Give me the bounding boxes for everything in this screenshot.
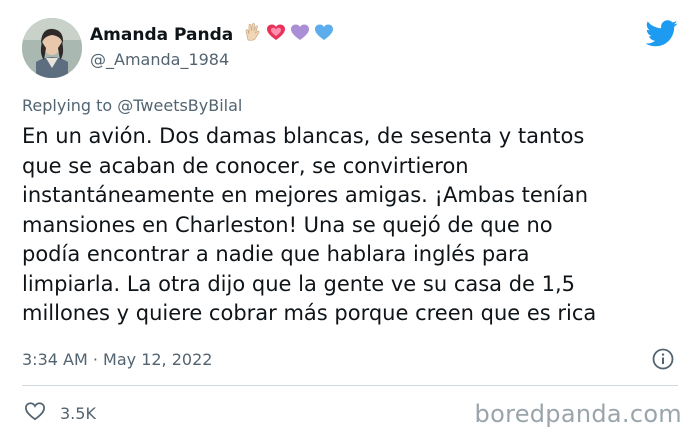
heart-outline-icon[interactable] <box>24 401 46 425</box>
blue-heart-icon <box>313 22 335 47</box>
replying-to: Replying to @TweetsByBilal <box>22 96 242 115</box>
name-emojis <box>243 22 335 47</box>
avatar[interactable] <box>22 18 82 78</box>
author-name[interactable]: Amanda Panda <box>90 25 233 45</box>
info-icon[interactable] <box>652 348 674 374</box>
author-handle[interactable]: @_Amanda_1984 <box>90 50 229 69</box>
twitter-bird-icon[interactable] <box>645 20 678 51</box>
watermark: boredpanda.com <box>474 400 682 428</box>
tweet-text: En un avión. Dos damas blancas, de sesen… <box>22 124 597 325</box>
reply-mention-link[interactable]: @TweetsByBilal <box>117 96 242 115</box>
replying-prefix: Replying to <box>22 96 113 115</box>
vulcan-salute-icon <box>243 22 263 47</box>
tweet-card: Amanda Panda @_Amanda_1984 Replying to @… <box>0 0 700 440</box>
sparkling-heart-icon <box>265 22 287 47</box>
like-count: 3.5K <box>60 403 96 423</box>
purple-heart-icon <box>289 22 311 47</box>
like-button[interactable]: 3.5K <box>24 401 96 425</box>
tweet-timestamp[interactable]: 3:34 AM · May 12, 2022 <box>22 350 212 369</box>
author-name-row[interactable]: Amanda Panda <box>90 22 335 47</box>
divider <box>22 385 678 386</box>
